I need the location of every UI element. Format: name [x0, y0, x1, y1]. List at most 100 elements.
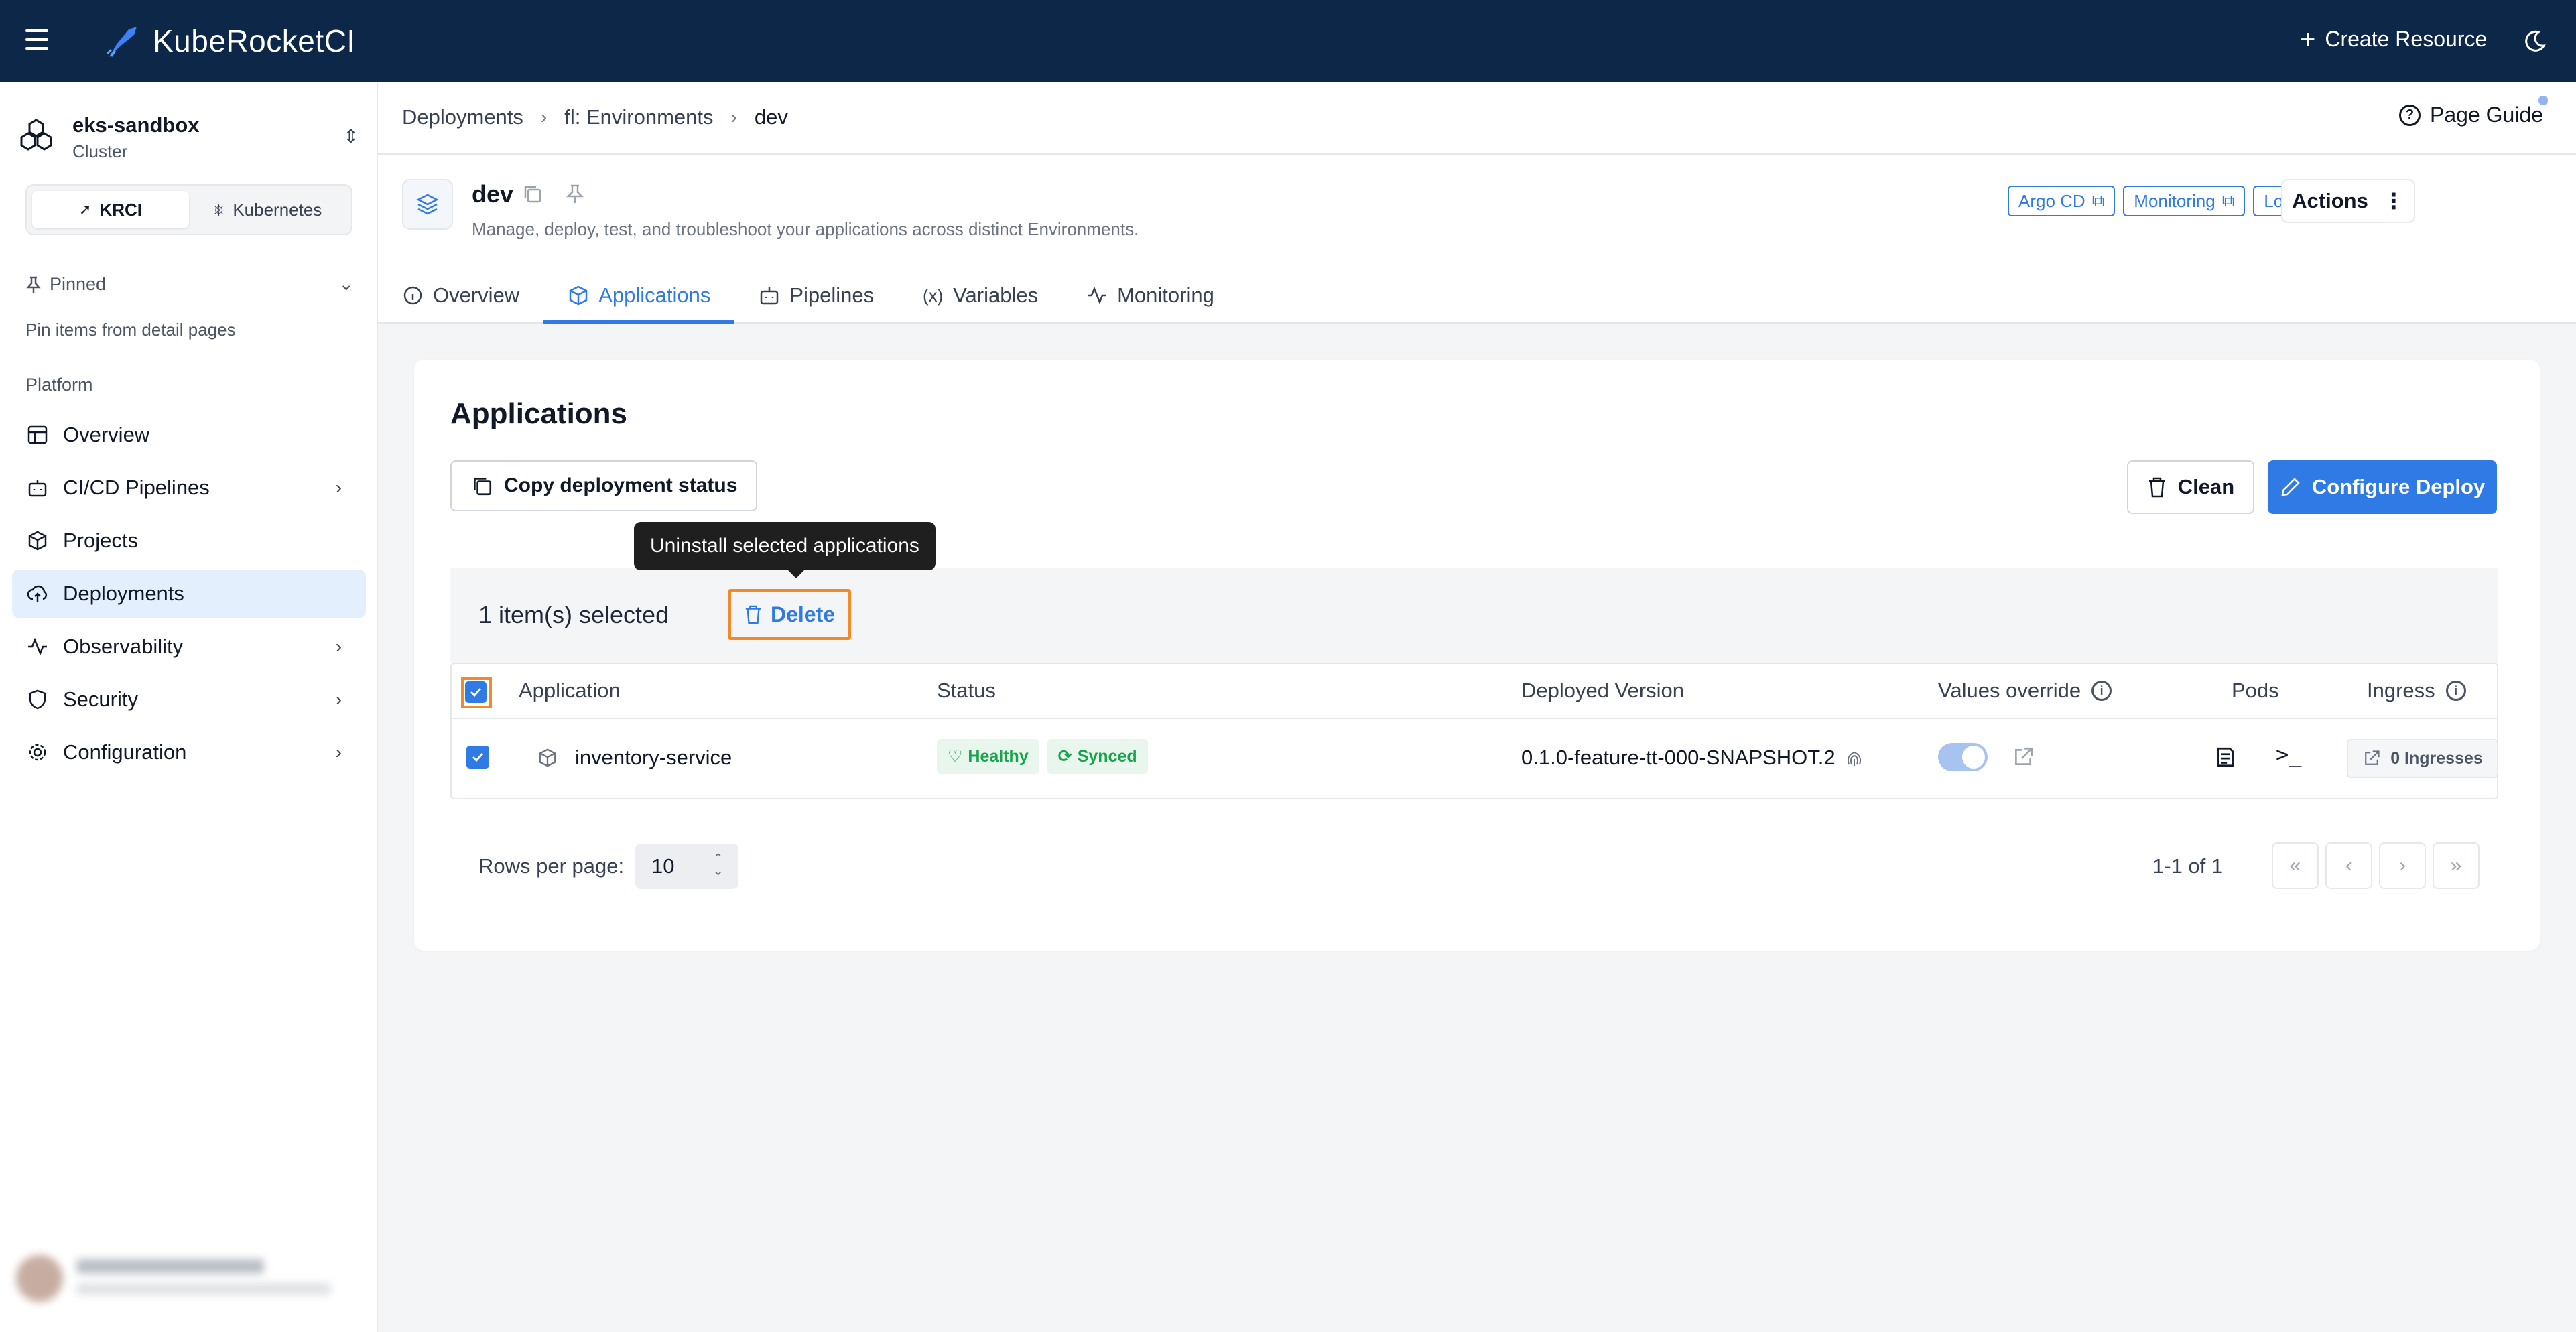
sidebar-item-security[interactable]: Security › [12, 675, 366, 724]
switch-krci[interactable]: ➚ KRCI [32, 191, 189, 228]
tab-label: Pipelines [789, 283, 875, 307]
gear-icon [29, 744, 46, 761]
status-cell: ♡ Healthy ⟳ Synced [937, 739, 1148, 774]
page-title: dev [472, 180, 514, 208]
sidebar-item-deployments[interactable]: Deployments [12, 570, 366, 618]
create-resource-label: Create Resource [2325, 27, 2488, 51]
column-header-application[interactable]: Application [519, 679, 621, 703]
health-status-badge: ♡ Healthy [937, 739, 1039, 774]
copy-deployment-status-button[interactable]: Copy deployment status [450, 460, 758, 511]
help-circle-icon: ? [2399, 104, 2421, 126]
column-header-status[interactable]: Status [937, 679, 996, 703]
terminal-icon[interactable]: >_ [2276, 742, 2302, 767]
trash-icon [2148, 477, 2165, 498]
clean-button[interactable]: Clean [2127, 460, 2254, 514]
copy-icon [474, 478, 492, 496]
pin-icon [26, 276, 41, 293]
argocd-link[interactable]: Argo CD ⧉ [2008, 186, 2116, 216]
selection-count: 1 item(s) selected [478, 601, 669, 628]
sidebar-item-label: Configuration [63, 740, 187, 764]
mode-switcher: ➚ KRCI ⎈ Kubernetes [25, 184, 352, 235]
external-link-icon [2365, 750, 2380, 765]
column-header-label: Ingress [2367, 679, 2435, 702]
configure-deploy-button[interactable]: Configure Deploy [2268, 460, 2497, 514]
column-header-label: Values override [1938, 679, 2081, 702]
pin-icon[interactable] [564, 183, 586, 204]
application-cell[interactable]: inventory-service [537, 746, 732, 770]
column-header-ingress: Ingress i [2367, 679, 2466, 703]
menu-icon[interactable] [25, 29, 48, 50]
table-row[interactable]: inventory-service ♡ Healthy ⟳ Synced 0.1… [452, 719, 2498, 798]
breadcrumb-environments[interactable]: fl: Environments [564, 105, 713, 129]
breadcrumb-current: dev [754, 105, 788, 129]
ingress-button[interactable]: 0 Ingresses [2347, 739, 2498, 778]
monitoring-link-label: Monitoring [2134, 190, 2215, 211]
monitoring-link[interactable]: Monitoring ⧉ [2123, 186, 2246, 216]
fingerprint-icon[interactable] [1844, 747, 1865, 769]
sidebar-item-projects[interactable]: Projects [12, 517, 366, 565]
rows-per-page-value: 10 [651, 854, 675, 878]
box-icon [28, 531, 47, 551]
values-override-toggle[interactable] [1938, 743, 1988, 771]
tab-applications[interactable]: Applications [543, 267, 735, 324]
actions-button[interactable]: Actions ⋮ [2281, 179, 2415, 223]
tab-overview[interactable]: Overview [402, 267, 543, 324]
configure-deploy-label: Configure Deploy [2311, 475, 2486, 498]
pinned-section-toggle[interactable]: Pinned ⌄ [25, 274, 354, 295]
delete-selected-button[interactable]: Delete [728, 589, 851, 640]
last-page-button[interactable]: » [2433, 842, 2480, 889]
copy-deployment-status-label: Copy deployment status [504, 474, 738, 496]
moon-icon[interactable] [2521, 28, 2548, 55]
sidebar-item-label: Deployments [63, 582, 184, 605]
cluster-type: Cluster [72, 141, 128, 161]
column-header-values-override[interactable]: Values override i [1938, 679, 2112, 703]
rows-per-page-select[interactable]: 10 ⌃ ⌄ [635, 844, 738, 889]
info-icon[interactable]: i [2091, 681, 2112, 701]
deployed-version: 0.1.0-feature-tt-000-SNAPSHOT.2 [1521, 746, 1836, 769]
copy-icon[interactable] [521, 183, 543, 204]
argocd-link-label: Argo CD [2018, 190, 2085, 211]
sidebar-item-overview[interactable]: Overview [12, 411, 366, 459]
chevron-right-icon: › [335, 477, 342, 498]
next-page-button[interactable]: › [2379, 842, 2426, 889]
external-link-icon[interactable] [2012, 746, 2035, 769]
info-icon[interactable]: i [2445, 681, 2466, 701]
cluster-name: eks-sandbox [72, 113, 200, 137]
cluster-selector[interactable]: eks-sandbox Cluster ⇕ [19, 107, 367, 167]
switch-kubernetes[interactable]: ⎈ Kubernetes [189, 191, 346, 228]
sidebar-item-cicd-pipelines[interactable]: CI/CD Pipelines › [12, 464, 366, 512]
tab-variables[interactable]: (x) Variables [898, 267, 1062, 324]
chevron-right-icon: › [335, 689, 342, 710]
platform-section-label: Platform [25, 375, 93, 395]
page-description: Manage, deploy, test, and troubleshoot y… [472, 219, 1139, 239]
sidebar-item-configuration[interactable]: Configuration › [12, 728, 366, 777]
user-profile-blurred[interactable] [9, 1248, 365, 1315]
logs-icon[interactable] [2214, 746, 2237, 769]
chevron-up-down-icon: ⇕ [343, 126, 359, 147]
sidebar-item-label: Security [63, 687, 138, 711]
tab-monitoring[interactable]: Monitoring [1062, 267, 1238, 324]
application-name[interactable]: inventory-service [575, 746, 732, 770]
breadcrumb-bar: Deployments › fl: Environments › dev ? P… [378, 82, 2576, 155]
create-resource-button[interactable]: + Create Resource [2300, 26, 2488, 53]
sidebar-item-observability[interactable]: Observability › [12, 622, 366, 671]
rocket-logo-icon [106, 27, 137, 58]
app-name[interactable]: KubeRocketCI [153, 23, 356, 59]
tab-label: Applications [598, 283, 711, 307]
breadcrumb-deployments[interactable]: Deployments [402, 105, 523, 129]
rocket-icon: ➚ [79, 201, 92, 218]
first-page-button[interactable]: « [2272, 842, 2319, 889]
select-all-checkbox[interactable] [465, 681, 487, 703]
layers-icon [402, 179, 453, 230]
health-status-label: Healthy [968, 746, 1029, 766]
page-guide-button[interactable]: ? Page Guide [2399, 103, 2543, 127]
version-cell: 0.1.0-feature-tt-000-SNAPSHOT.2 [1521, 746, 1865, 770]
column-header-deployed-version[interactable]: Deployed Version [1521, 679, 1684, 703]
previous-page-button[interactable]: ‹ [2325, 842, 2372, 889]
row-checkbox[interactable] [466, 746, 489, 769]
switch-kubernetes-label: Kubernetes [233, 199, 322, 220]
tab-label: Variables [953, 283, 1039, 307]
main-content: Deployments › fl: Environments › dev ? P… [378, 82, 2576, 1332]
chevron-right-icon: › [335, 742, 342, 762]
tab-pipelines[interactable]: Pipelines [734, 267, 898, 324]
